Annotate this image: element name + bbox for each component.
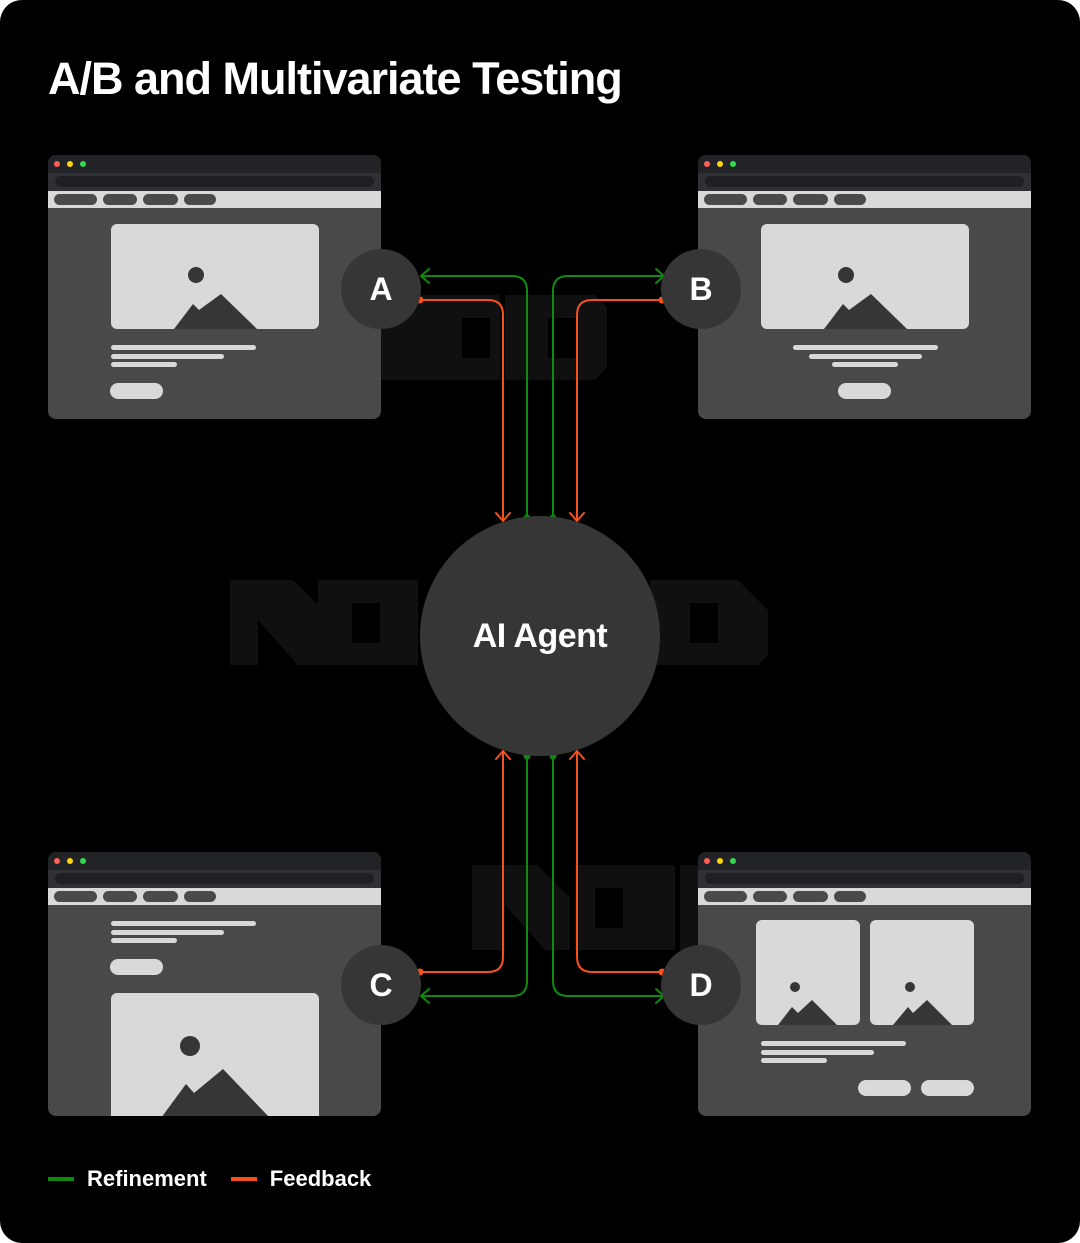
legend-label-refinement: Refinement bbox=[87, 1166, 207, 1191]
feedback-connector-c bbox=[416, 750, 511, 976]
refinement-connector-b bbox=[549, 268, 665, 522]
variant-label-d: D bbox=[689, 966, 713, 1003]
refinement-swatch-icon bbox=[48, 1177, 74, 1181]
legend-item-feedback: Feedback bbox=[230, 1166, 372, 1192]
refinement-connector-c bbox=[420, 752, 531, 1004]
feedback-connector-d bbox=[569, 750, 666, 976]
legend: Refinement Feedback bbox=[48, 1166, 395, 1192]
feedback-connector-b bbox=[569, 296, 666, 522]
variant-node-a: A bbox=[341, 249, 421, 329]
legend-item-refinement: Refinement bbox=[48, 1166, 207, 1192]
variant-node-c: C bbox=[341, 945, 421, 1025]
legend-label-feedback: Feedback bbox=[269, 1166, 372, 1191]
variant-label-b: B bbox=[689, 270, 713, 307]
variant-label-c: C bbox=[369, 966, 393, 1003]
variant-label-a: A bbox=[369, 270, 393, 307]
feedback-connector-a bbox=[416, 296, 511, 522]
refinement-connector-a bbox=[420, 268, 531, 522]
feedback-swatch-icon bbox=[230, 1177, 257, 1181]
variant-node-b: B bbox=[661, 249, 741, 329]
refinement-connector-d bbox=[549, 752, 665, 1004]
ai-agent-label: AI Agent bbox=[472, 616, 608, 655]
ai-agent-node: AI Agent bbox=[420, 516, 660, 756]
diagram-canvas: A/B and Multivariate Testing A B C D AI … bbox=[0, 0, 1080, 1243]
variant-node-d: D bbox=[661, 945, 741, 1025]
